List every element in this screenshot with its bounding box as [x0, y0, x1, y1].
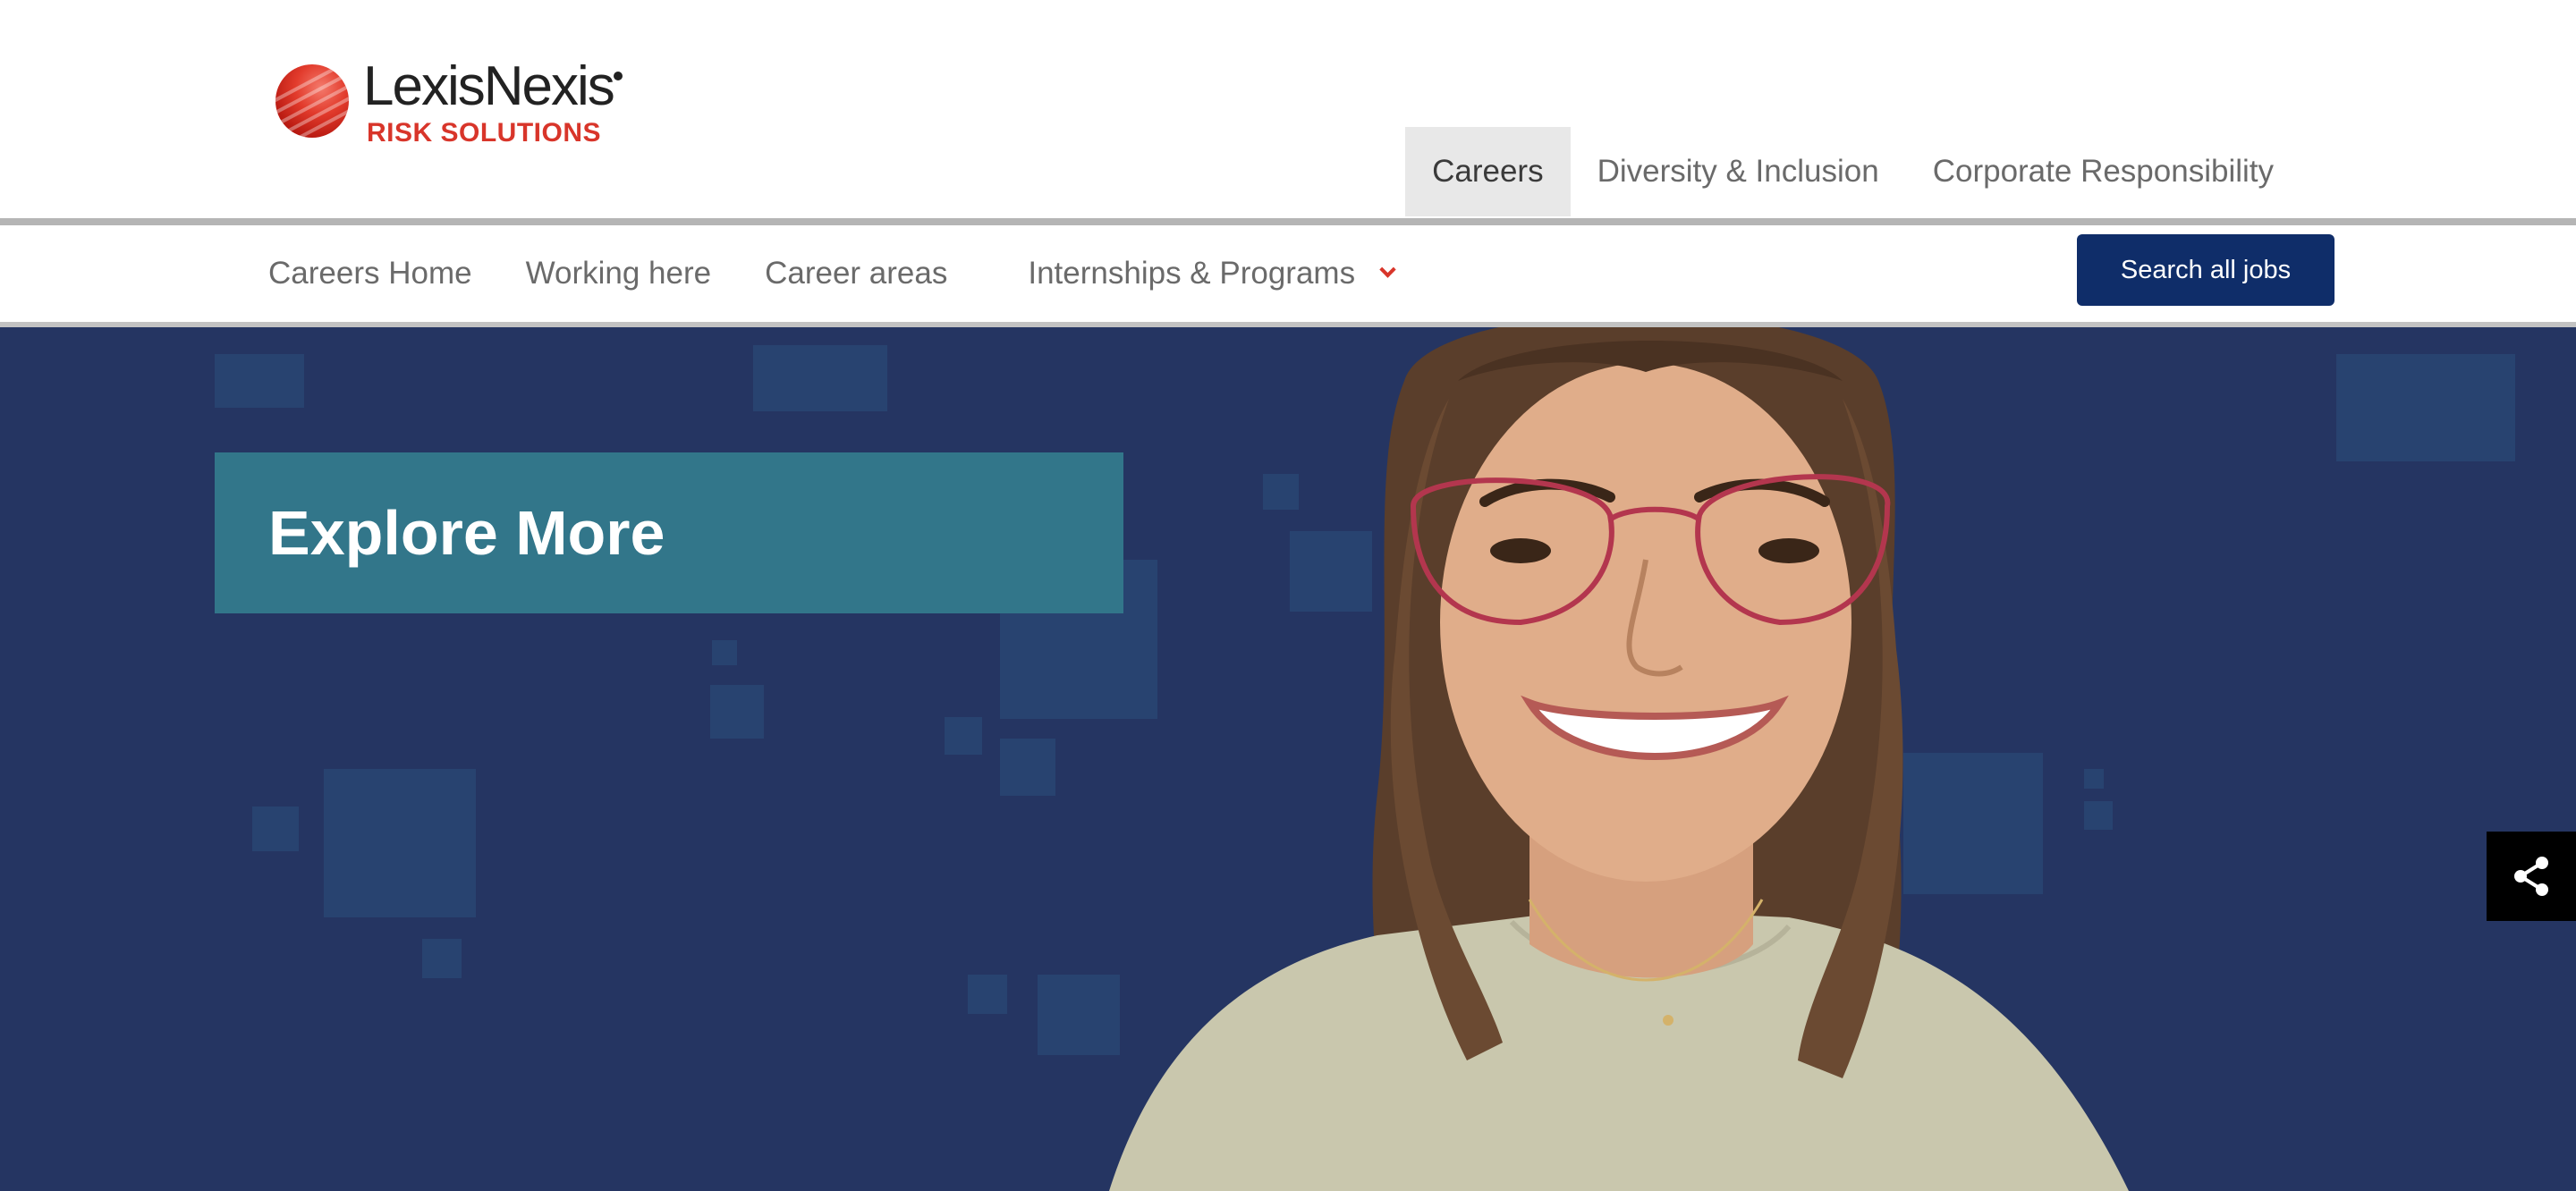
lexisnexis-logo[interactable]: LexisNexis RISK SOLUTIONS [275, 59, 633, 157]
sub-nav: Careers Home Working here Career areas I… [0, 225, 2576, 322]
hero-decor-square [324, 769, 476, 917]
sub-nav-item-internships-label: Internships & Programs [1028, 256, 1356, 291]
hero-heading: Explore More [268, 498, 665, 568]
hero-decor-square [252, 807, 299, 851]
top-nav: Careers Diversity & Inclusion Corporate … [1405, 127, 2301, 216]
sub-nav-items: Careers Home Working here Career areas I… [268, 225, 1396, 322]
sub-nav-item-careers-home[interactable]: Careers Home [268, 256, 472, 291]
hero-decor-square [1038, 975, 1120, 1055]
top-header: LexisNexis RISK SOLUTIONS Careers Divers… [0, 0, 2576, 218]
hero-decor-square [710, 685, 764, 739]
sub-nav-item-career-areas[interactable]: Career areas [765, 256, 947, 291]
top-nav-item-corporate-responsibility[interactable]: Corporate Responsibility [1906, 127, 2301, 216]
chevron-down-icon[interactable] [1379, 260, 1396, 278]
top-nav-item-diversity-inclusion[interactable]: Diversity & Inclusion [1571, 127, 1906, 216]
hero-decor-square [753, 345, 887, 411]
hero-decor-square [945, 717, 982, 755]
hero-banner: Explore More [0, 327, 2576, 1191]
hero-decor-square [422, 939, 462, 978]
hero-decor-square [215, 354, 304, 408]
sub-nav-item-internships-programs[interactable]: Internships & Programs [1028, 256, 1396, 291]
top-nav-item-careers[interactable]: Careers [1405, 127, 1571, 216]
hero-person-photo [1109, 327, 2129, 1191]
hero-decor-square [1000, 739, 1055, 796]
search-all-jobs-button[interactable]: Search all jobs [2077, 234, 2334, 306]
hero-decor-square [2336, 354, 2515, 461]
sub-nav-item-working-here[interactable]: Working here [526, 256, 712, 291]
logo-globe-icon [275, 64, 349, 138]
share-icon [2514, 857, 2548, 896]
hero-decor-square [968, 975, 1007, 1014]
share-button[interactable] [2487, 832, 2576, 921]
logo-wordmark: LexisNexis [363, 55, 615, 117]
logo-registered-dot [614, 72, 623, 80]
logo-subtitle: RISK SOLUTIONS [367, 118, 602, 148]
hero-heading-box: Explore More [215, 452, 1123, 613]
header-divider [0, 218, 2576, 225]
hero-decor-square [712, 640, 737, 665]
